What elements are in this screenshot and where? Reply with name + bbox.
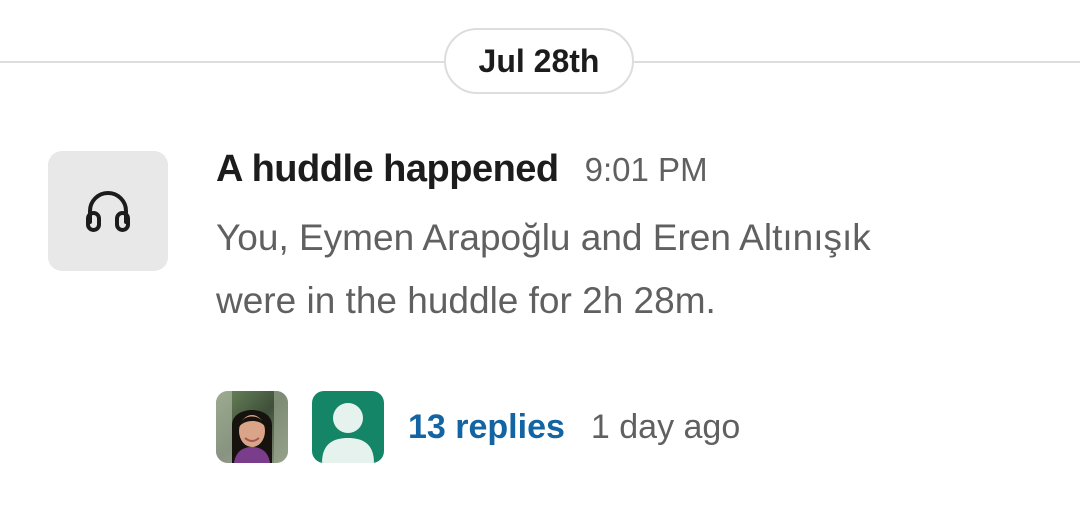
last-reply-time: 1 day ago: [590, 407, 741, 446]
message-body-line: You, Eymen Arapoğlu and Eren Altınışık: [216, 217, 871, 258]
thread-summary[interactable]: 13 replies 1 day ago: [216, 391, 740, 463]
date-pill-button[interactable]: Jul 28th: [444, 28, 634, 94]
message-body-line: were in the huddle for 2h 28m.: [216, 280, 716, 321]
message-timestamp[interactable]: 9:01 PM: [585, 151, 708, 189]
headphones-icon: [86, 191, 130, 232]
date-divider: Jul 28th: [0, 28, 1080, 96]
message-body: You, Eymen Arapoğlu and Eren Altınışık w…: [216, 206, 1036, 332]
replies-link[interactable]: 13 replies: [408, 408, 565, 447]
huddle-icon-tile: [48, 151, 168, 271]
user-photo-avatar[interactable]: [216, 391, 288, 463]
huddle-message-view: Jul 28th A huddle happened 9:01 PM You, …: [0, 0, 1080, 513]
default-user-avatar[interactable]: [312, 391, 384, 463]
message-title: A huddle happened: [216, 148, 559, 190]
message-header: A huddle happened 9:01 PM: [216, 148, 708, 198]
